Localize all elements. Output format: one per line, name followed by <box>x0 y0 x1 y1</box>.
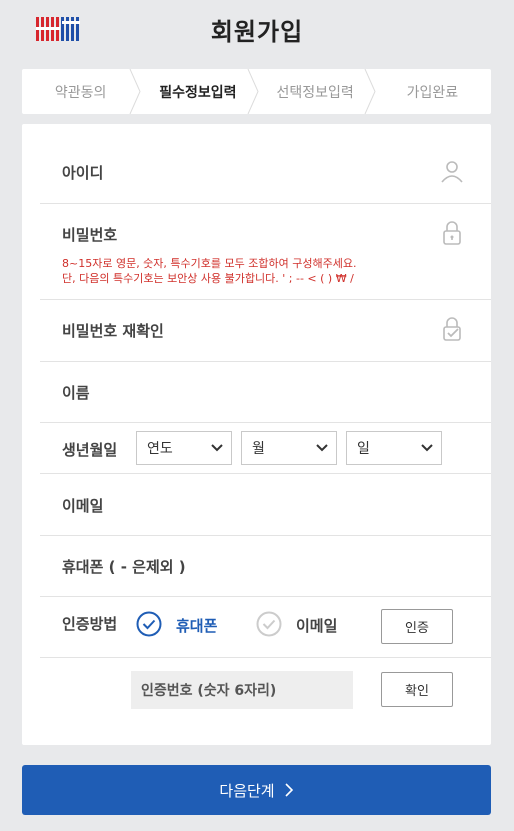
birth-year-value: 연도 <box>147 441 173 457</box>
step-optional-info: 선택정보입력 <box>257 69 376 114</box>
id-label: 아이디 <box>62 164 104 182</box>
auth-method-label: 인증방법 <box>62 615 118 633</box>
password-hint-line-1: 8~15자로 영문, 숫자, 특수기호를 모두 조합하여 구성해주세요. <box>62 257 357 270</box>
chevron-down-icon <box>316 444 328 452</box>
password-hint: 8~15자로 영문, 숫자, 특수기호를 모두 조합하여 구성해주세요. 단, … <box>62 256 356 286</box>
next-step-label: 다음단계 <box>219 781 275 800</box>
auth-option-email[interactable]: 이메일 <box>296 615 337 636</box>
auth-button[interactable]: 인증 <box>381 609 453 644</box>
birth-day-value: 일 <box>357 441 370 457</box>
signup-form: 아이디 비밀번호 8~15자로 영문, 숫자, 특수기호를 모두 조합하여 구성… <box>22 124 491 745</box>
step-label: 가입완료 <box>406 84 459 101</box>
phone-field[interactable]: 휴대폰 ( - 은제외 ) <box>40 536 491 597</box>
header: 회원가입 <box>0 0 514 58</box>
step-complete: 가입완료 <box>374 69 491 114</box>
page-title: 회원가입 <box>210 18 304 46</box>
password-field[interactable]: 비밀번호 8~15자로 영문, 숫자, 특수기호를 모두 조합하여 구성해주세요… <box>40 204 491 300</box>
lock-icon <box>443 221 461 245</box>
step-label: 약관동의 <box>54 84 107 101</box>
auth-option-phone[interactable]: 휴대폰 <box>176 615 217 636</box>
verification-code-input[interactable]: 인증번호 (숫자 6자리) <box>131 671 353 709</box>
next-step-button[interactable]: 다음단계 <box>22 765 491 815</box>
user-icon <box>441 161 463 183</box>
chevron-down-icon <box>421 444 433 452</box>
step-label: 필수정보입력 <box>159 84 237 101</box>
email-field[interactable]: 이메일 <box>40 474 491 536</box>
chevron-right-icon <box>285 783 293 797</box>
email-label: 이메일 <box>62 497 104 515</box>
birth-year-select[interactable]: 연도 <box>136 431 232 465</box>
phone-label: 휴대폰 ( - 은제외 ) <box>62 558 186 576</box>
name-field[interactable]: 이름 <box>40 362 491 423</box>
radio-unchecked-icon[interactable] <box>256 611 282 637</box>
password-confirm-field[interactable]: 비밀번호 재확인 <box>40 300 491 362</box>
password-hint-line-2: 단, 다음의 특수기호는 보안상 사용 불가합니다. ' ; -- < ( ) … <box>62 272 354 285</box>
step-label: 선택정보입력 <box>276 84 354 101</box>
password-confirm-label: 비밀번호 재확인 <box>62 322 164 340</box>
password-label: 비밀번호 <box>62 226 118 244</box>
birth-field: 생년월일 연도 월 일 <box>40 423 491 474</box>
birth-label: 생년월일 <box>62 441 118 459</box>
birth-day-select[interactable]: 일 <box>346 431 442 465</box>
radio-checked-icon[interactable] <box>136 611 162 637</box>
auth-method-field: 인증방법 휴대폰 이메일 인증 <box>40 597 491 658</box>
step-required-info: 필수정보입력 <box>139 69 259 114</box>
confirm-button[interactable]: 확인 <box>381 672 453 707</box>
chevron-down-icon <box>211 444 223 452</box>
id-field[interactable]: 아이디 <box>40 142 491 204</box>
name-label: 이름 <box>62 384 90 402</box>
step-terms: 약관동의 <box>22 69 141 114</box>
birth-month-value: 월 <box>252 441 265 457</box>
step-indicator: 약관동의 필수정보입력 선택정보입력 가입완료 <box>22 69 491 114</box>
lock-check-icon <box>443 317 461 341</box>
birth-month-select[interactable]: 월 <box>241 431 337 465</box>
